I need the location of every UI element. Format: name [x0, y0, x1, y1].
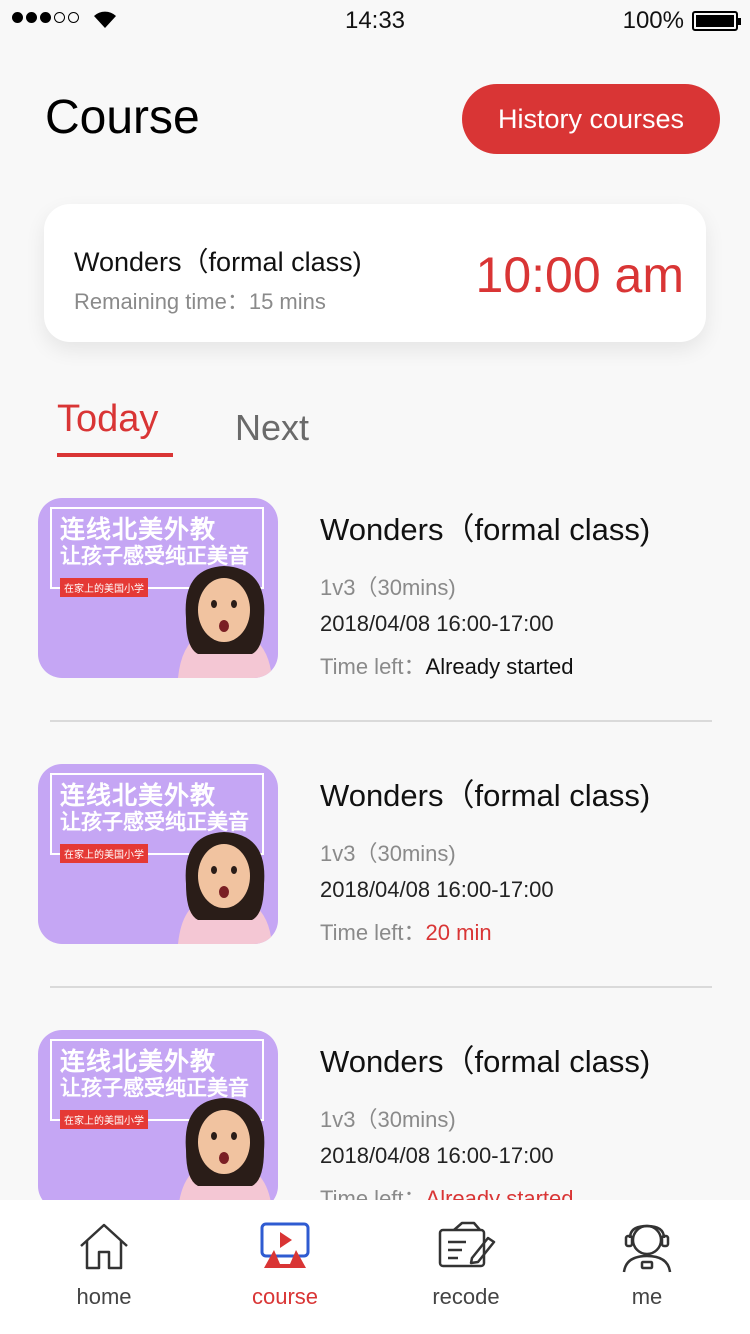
course-list-item[interactable]: 连线北美外教 让孩子感受纯正美音 在家上的美国小学 Wonders（formal…	[0, 1012, 750, 1200]
time-left-value: Already started	[425, 654, 574, 679]
bottom-tab-bar: home course recode me	[0, 1200, 750, 1334]
course-format: 1v3（30mins)	[320, 1107, 456, 1132]
course-time-left: Time left：Already started	[320, 1181, 574, 1200]
course-schedule: 2018/04/08 16:00-17:00	[320, 1143, 554, 1168]
upcoming-class-title: Wonders（formal class)	[74, 247, 362, 277]
course-title: Wonders（formal class)	[320, 512, 651, 547]
tab-bar-recode[interactable]: recode	[391, 1220, 541, 1310]
tab-today[interactable]: Today	[57, 398, 158, 441]
page-title: Course	[45, 91, 200, 144]
battery-icon	[692, 11, 741, 31]
battery-percent: 100%	[622, 7, 684, 34]
tab-bar-home[interactable]: home	[29, 1220, 179, 1310]
recode-icon	[438, 1221, 496, 1268]
course-list-item[interactable]: 连线北美外教 让孩子感受纯正美音 在家上的美国小学 Wonders（formal…	[0, 480, 750, 746]
time-left-label: Time left：	[320, 1186, 426, 1200]
upcoming-class-time: 10:00 am	[475, 247, 684, 303]
tab-bar-label: recode	[432, 1284, 500, 1309]
history-courses-button[interactable]: History courses	[462, 84, 720, 154]
time-left-value: Already started	[425, 1186, 574, 1200]
course-list-item[interactable]: 连线北美外教 让孩子感受纯正美音 在家上的美国小学 Wonders（formal…	[0, 746, 750, 1012]
course-title: Wonders（formal class)	[320, 778, 651, 813]
tab-active-indicator	[57, 453, 173, 457]
child-photo	[178, 832, 272, 944]
tab-bar-label: course	[251, 1284, 319, 1309]
course-thumbnail: 连线北美外教 让孩子感受纯正美音 在家上的美国小学	[38, 1030, 278, 1200]
divider	[50, 720, 712, 722]
upcoming-class-remaining: Remaining time：15 mins	[74, 289, 326, 314]
home-icon	[80, 1223, 128, 1270]
tab-bar-course[interactable]: course	[210, 1220, 360, 1310]
thumbnail-tag: 在家上的美国小学	[60, 1110, 148, 1129]
course-format: 1v3（30mins)	[320, 841, 456, 866]
thumbnail-tag: 在家上的美国小学	[60, 844, 148, 863]
divider	[50, 986, 712, 988]
course-thumbnail: 连线北美外教 让孩子感受纯正美音 在家上的美国小学	[38, 498, 278, 678]
time-left-label: Time left：	[320, 920, 426, 945]
course-time-left: Time left：Already started	[320, 649, 574, 681]
tab-bar-me[interactable]: me	[572, 1220, 722, 1310]
time-left-value: 20 min	[425, 920, 492, 945]
course-format: 1v3（30mins)	[320, 575, 456, 600]
tab-next[interactable]: Next	[235, 407, 309, 449]
me-icon	[622, 1224, 672, 1273]
time-left-label: Time left：	[320, 654, 426, 679]
course-time-left: Time left：20 min	[320, 915, 492, 947]
course-list[interactable]: 连线北美外教 让孩子感受纯正美音 在家上的美国小学 Wonders（formal…	[0, 480, 750, 1200]
course-icon	[260, 1222, 310, 1268]
status-bar: 14:33 100%	[0, 0, 750, 40]
child-photo	[178, 566, 272, 678]
course-thumbnail: 连线北美外教 让孩子感受纯正美音 在家上的美国小学	[38, 764, 278, 944]
tab-bar-label: me	[631, 1284, 663, 1309]
course-schedule: 2018/04/08 16:00-17:00	[320, 877, 554, 902]
upcoming-class-card[interactable]: Wonders（formal class) Remaining time：15 …	[44, 204, 706, 342]
course-title: Wonders（formal class)	[320, 1044, 651, 1079]
tab-bar-label: home	[76, 1284, 132, 1309]
child-photo	[179, 1098, 271, 1200]
course-schedule: 2018/04/08 16:00-17:00	[320, 611, 554, 636]
thumbnail-tag: 在家上的美国小学	[60, 578, 148, 597]
